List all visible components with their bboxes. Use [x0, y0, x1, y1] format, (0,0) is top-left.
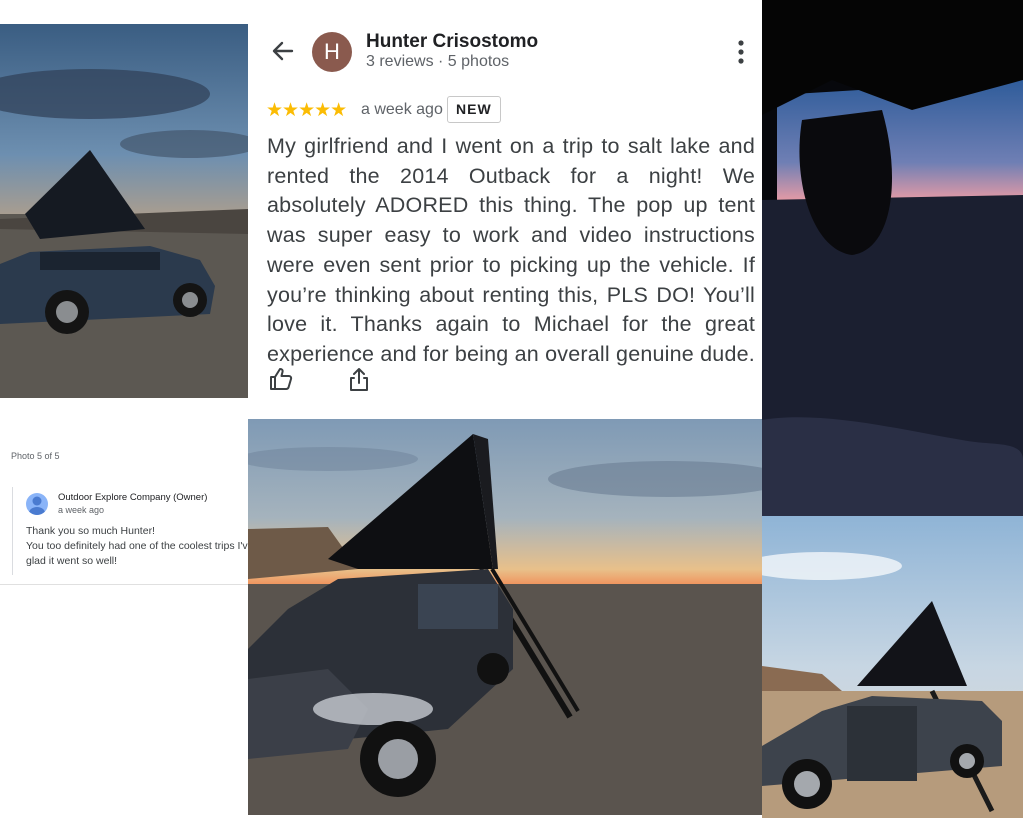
photo-car-sunset-left-image — [0, 24, 248, 398]
response-divider — [12, 487, 13, 575]
thumbs-up-icon — [270, 368, 293, 390]
reviewer-avatar[interactable]: H — [312, 32, 352, 72]
more-options-button[interactable] — [732, 38, 750, 66]
like-button[interactable] — [268, 366, 294, 392]
review-time: a week ago — [361, 101, 443, 118]
photo-car-tent-ladder-image — [248, 419, 762, 815]
review-text: My girlfriend and I went on a trip to sa… — [267, 134, 755, 366]
photo-car-tent-daytime-image — [762, 516, 1023, 818]
arrow-left-icon — [272, 41, 294, 61]
more-vertical-icon — [738, 40, 744, 64]
photo-car-sunset-left[interactable] — [0, 24, 248, 398]
back-button[interactable] — [268, 36, 298, 66]
photo-car-tent-daytime[interactable] — [762, 516, 1023, 818]
reviewer-meta: 3 reviews · 5 photos — [366, 53, 510, 70]
reviewer-name[interactable]: Hunter Crisostomo — [366, 31, 538, 53]
owner-reply-text: Thank you so much Hunter! You too defini… — [26, 525, 254, 567]
photo-counter: Photo 5 of 5 — [11, 451, 60, 461]
owner-response-card: Photo 5 of 5 Outdoor Explore Company (Ow… — [0, 441, 254, 601]
photo-tent-interior[interactable] — [762, 0, 1023, 516]
share-button[interactable] — [346, 366, 372, 392]
photo-tent-interior-image — [762, 0, 1023, 516]
owner-response-time: a week ago — [58, 505, 105, 515]
divider — [0, 584, 248, 585]
owner-name: Outdoor Explore Company (Owner) — [58, 492, 208, 503]
photo-car-tent-ladder[interactable] — [248, 419, 762, 815]
person-icon — [29, 496, 45, 515]
review-card: H Hunter Crisostomo 3 reviews · 5 photos… — [248, 0, 762, 419]
star-rating: ★★★★★ — [266, 100, 347, 121]
share-icon — [350, 368, 368, 391]
new-badge: NEW — [447, 96, 501, 123]
owner-avatar — [26, 493, 48, 515]
